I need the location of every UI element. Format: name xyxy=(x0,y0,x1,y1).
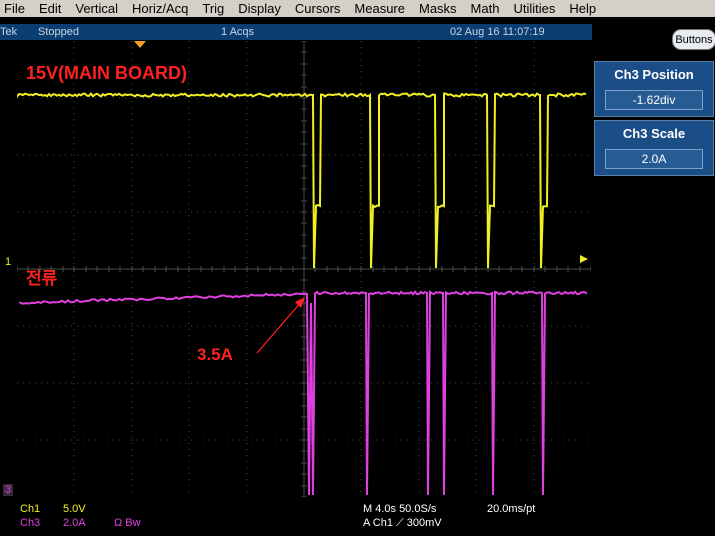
ch3-position-readout[interactable]: Ch3 Position -1.62div xyxy=(594,61,714,117)
menu-edit[interactable]: Edit xyxy=(35,1,71,16)
ch1-name[interactable]: Ch1 xyxy=(20,503,40,515)
menu-cursors[interactable]: Cursors xyxy=(291,1,351,16)
ch3-position-title: Ch3 Position xyxy=(595,67,713,82)
ch3-scale[interactable]: 2.0A xyxy=(63,517,86,529)
menu-measure[interactable]: Measure xyxy=(350,1,415,16)
sample-interval-readout[interactable]: 20.0ms/pt xyxy=(487,503,535,515)
ch1-annotation: 15V(MAIN BOARD) xyxy=(26,63,187,83)
ch1-ground-marker[interactable]: 1 xyxy=(5,256,11,268)
menu-trig[interactable]: Trig xyxy=(198,1,234,16)
current-annotation: 3.5A xyxy=(197,345,233,364)
date-time: 02 Aug 16 11:07:19 xyxy=(450,26,545,38)
menu-vertical[interactable]: Vertical xyxy=(71,1,128,16)
menu-math[interactable]: Math xyxy=(467,1,510,16)
buttons-button[interactable]: Buttons xyxy=(672,29,715,50)
channel-settings-bar: Ch1 5.0V Ch3 2.0A Ω Bw M 4.0s 50.0S/s 20… xyxy=(0,497,592,536)
menu-bar: File Edit Vertical Horiz/Acq Trig Displa… xyxy=(0,0,715,17)
ch3-scale-readout[interactable]: Ch3 Scale 2.0A xyxy=(594,120,714,176)
brand-label: Tek xyxy=(0,26,17,38)
ch3-name[interactable]: Ch3 xyxy=(20,517,40,529)
ch3-position-value[interactable]: -1.62div xyxy=(605,90,703,110)
waveform-display: 15V(MAIN BOARD) 전류 3.5A xyxy=(17,41,591,497)
run-state: Stopped xyxy=(38,26,79,38)
ch1-scale[interactable]: 5.0V xyxy=(63,503,86,515)
timebase-readout[interactable]: M 4.0s 50.0S/s xyxy=(363,503,436,515)
ch3-scale-value[interactable]: 2.0A xyxy=(605,149,703,169)
menu-display[interactable]: Display xyxy=(234,1,291,16)
ch3-ground-marker[interactable]: 3 xyxy=(3,484,13,496)
ch3-scale-title: Ch3 Scale xyxy=(595,126,713,141)
menu-help[interactable]: Help xyxy=(565,1,606,16)
ch3-flags: Ω Bw xyxy=(114,517,141,529)
menu-utilities[interactable]: Utilities xyxy=(509,1,565,16)
menu-file[interactable]: File xyxy=(0,1,35,16)
ch3-annotation: 전류 xyxy=(26,269,58,289)
menu-horiz-acq[interactable]: Horiz/Acq xyxy=(128,1,198,16)
status-bar: Tek Stopped 1 Acqs 02 Aug 16 11:07:19 xyxy=(0,24,592,40)
menu-masks[interactable]: Masks xyxy=(415,1,467,16)
acquisition-count: 1 Acqs xyxy=(221,26,254,38)
trigger-readout[interactable]: A Ch1 ⟋ 300mV xyxy=(363,517,442,530)
